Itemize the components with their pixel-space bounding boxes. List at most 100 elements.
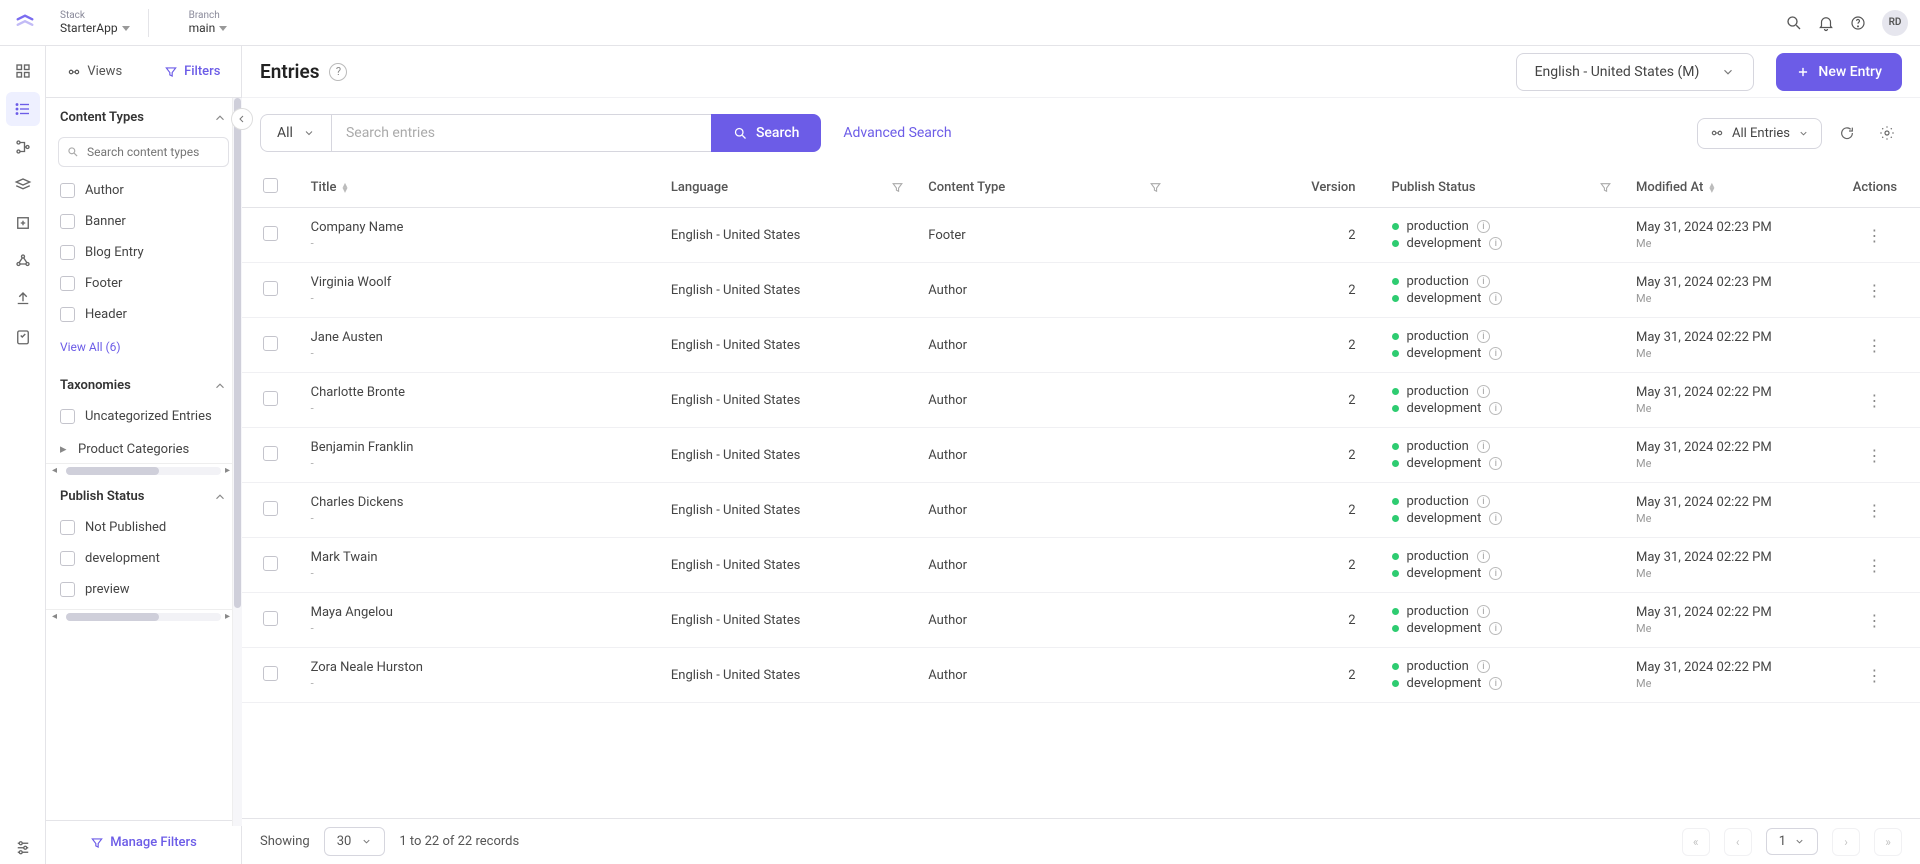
table-row[interactable]: Charles Dickens-English - United StatesA… [242, 483, 1920, 538]
info-icon[interactable]: i [1477, 660, 1490, 673]
search-input[interactable] [331, 114, 711, 152]
table-row[interactable]: Mark Twain-English - United StatesAuthor… [242, 538, 1920, 593]
table-row[interactable]: Virginia Woolf-English - United StatesAu… [242, 263, 1920, 318]
publish-status-item[interactable]: Not Published [60, 512, 227, 543]
page-size-selector[interactable]: 30 [324, 827, 386, 856]
row-actions-menu[interactable]: ⋮ [1866, 226, 1883, 245]
col-language[interactable]: Language [659, 168, 916, 208]
rail-content-types[interactable] [6, 130, 40, 164]
info-icon[interactable]: i [1477, 550, 1490, 563]
brand-logo[interactable] [12, 10, 38, 36]
col-version[interactable]: Version [1174, 168, 1380, 208]
checkbox[interactable] [60, 582, 75, 597]
all-entries-view-chip[interactable]: All Entries [1697, 118, 1822, 149]
advanced-search-link[interactable]: Advanced Search [843, 125, 951, 141]
row-actions-menu[interactable]: ⋮ [1866, 336, 1883, 355]
row-checkbox[interactable] [263, 666, 278, 681]
row-actions-menu[interactable]: ⋮ [1866, 611, 1883, 630]
sidebar-tab-views[interactable]: Views [46, 46, 144, 97]
filter-icon[interactable] [1599, 181, 1612, 194]
checkbox[interactable] [60, 551, 75, 566]
sidebar-scrollbar[interactable] [232, 98, 242, 826]
section-publish-status[interactable]: Publish Status [46, 477, 241, 512]
row-actions-menu[interactable]: ⋮ [1866, 281, 1883, 300]
pager-prev[interactable]: ‹ [1724, 828, 1752, 856]
row-actions-menu[interactable]: ⋮ [1866, 666, 1883, 685]
row-checkbox[interactable] [263, 336, 278, 351]
page-number-selector[interactable]: 1 [1766, 828, 1818, 855]
rail-assets[interactable] [6, 168, 40, 202]
info-icon[interactable]: i [1477, 495, 1490, 508]
search-button[interactable]: Search [711, 114, 821, 152]
content-type-item[interactable]: Author [60, 175, 227, 206]
info-icon[interactable]: i [1489, 622, 1502, 635]
info-icon[interactable]: i [1489, 457, 1502, 470]
checkbox[interactable] [60, 520, 75, 535]
info-icon[interactable]: i [1477, 440, 1490, 453]
section-taxonomies[interactable]: Taxonomies [46, 366, 241, 401]
content-type-item[interactable]: Banner [60, 206, 227, 237]
info-icon[interactable]: i [1477, 385, 1490, 398]
info-icon[interactable]: i [1489, 567, 1502, 580]
info-icon[interactable]: i [1477, 275, 1490, 288]
view-all-link[interactable]: View All (6) [46, 334, 241, 366]
pager-last[interactable]: » [1874, 828, 1902, 856]
row-actions-menu[interactable]: ⋮ [1866, 501, 1883, 520]
info-icon[interactable]: i [1489, 677, 1502, 690]
locale-selector[interactable]: English - United States (M) [1516, 53, 1755, 91]
col-modified-at[interactable]: Modified At▴▾ [1624, 168, 1830, 208]
table-row[interactable]: Benjamin Franklin-English - United State… [242, 428, 1920, 483]
info-icon[interactable]: i [1489, 512, 1502, 525]
sidebar-tab-filters[interactable]: Filters [144, 46, 242, 97]
row-actions-menu[interactable]: ⋮ [1866, 556, 1883, 575]
filter-icon[interactable] [1149, 181, 1162, 194]
content-type-search-input[interactable] [58, 137, 229, 167]
row-checkbox[interactable] [263, 281, 278, 296]
col-content-type[interactable]: Content Type [916, 168, 1173, 208]
avatar[interactable]: RD [1882, 10, 1908, 36]
help-icon[interactable]: ? [329, 63, 347, 81]
info-icon[interactable]: i [1477, 605, 1490, 618]
row-checkbox[interactable] [263, 391, 278, 406]
checkbox[interactable] [60, 307, 75, 322]
bell-icon[interactable] [1810, 7, 1842, 39]
pager-first[interactable]: « [1682, 828, 1710, 856]
column-settings-button[interactable] [1872, 118, 1902, 148]
select-all-checkbox[interactable] [263, 178, 278, 193]
checkbox[interactable] [60, 409, 75, 424]
row-actions-menu[interactable]: ⋮ [1866, 446, 1883, 465]
rail-dashboard[interactable] [6, 54, 40, 88]
rail-settings[interactable] [6, 830, 40, 864]
rail-entries[interactable] [6, 92, 40, 126]
checkbox[interactable] [60, 214, 75, 229]
checkbox[interactable] [60, 245, 75, 260]
checkbox[interactable] [60, 183, 75, 198]
new-entry-button[interactable]: New Entry [1776, 53, 1902, 91]
rail-tasks[interactable] [6, 320, 40, 354]
row-checkbox[interactable] [263, 501, 278, 516]
info-icon[interactable]: i [1477, 220, 1490, 233]
hscroll[interactable]: ◂▸ [46, 463, 241, 477]
refresh-button[interactable] [1832, 118, 1862, 148]
taxonomy-product-categories[interactable]: ▸ Product Categories [46, 436, 241, 463]
table-row[interactable]: Charlotte Bronte-English - United States… [242, 373, 1920, 428]
collapse-sidebar-button[interactable] [231, 108, 253, 130]
info-icon[interactable]: i [1489, 292, 1502, 305]
table-row[interactable]: Maya Angelou-English - United StatesAuth… [242, 593, 1920, 648]
info-icon[interactable]: i [1489, 237, 1502, 250]
row-checkbox[interactable] [263, 226, 278, 241]
rail-publish[interactable] [6, 206, 40, 240]
col-publish-status[interactable]: Publish Status [1380, 168, 1624, 208]
row-checkbox[interactable] [263, 556, 278, 571]
branch-selector[interactable]: Branch main [189, 10, 228, 35]
info-icon[interactable]: i [1489, 402, 1502, 415]
table-row[interactable]: Company Name-English - United StatesFoot… [242, 208, 1920, 263]
stack-selector[interactable]: Stack StarterApp [60, 10, 130, 35]
section-content-types[interactable]: Content Types [46, 98, 241, 133]
rail-releases[interactable] [6, 244, 40, 278]
manage-filters-button[interactable]: Manage Filters [46, 820, 241, 864]
rail-upload[interactable] [6, 282, 40, 316]
table-row[interactable]: Zora Neale Hurston-English - United Stat… [242, 648, 1920, 703]
pager-next[interactable]: › [1832, 828, 1860, 856]
search-icon[interactable] [1778, 7, 1810, 39]
